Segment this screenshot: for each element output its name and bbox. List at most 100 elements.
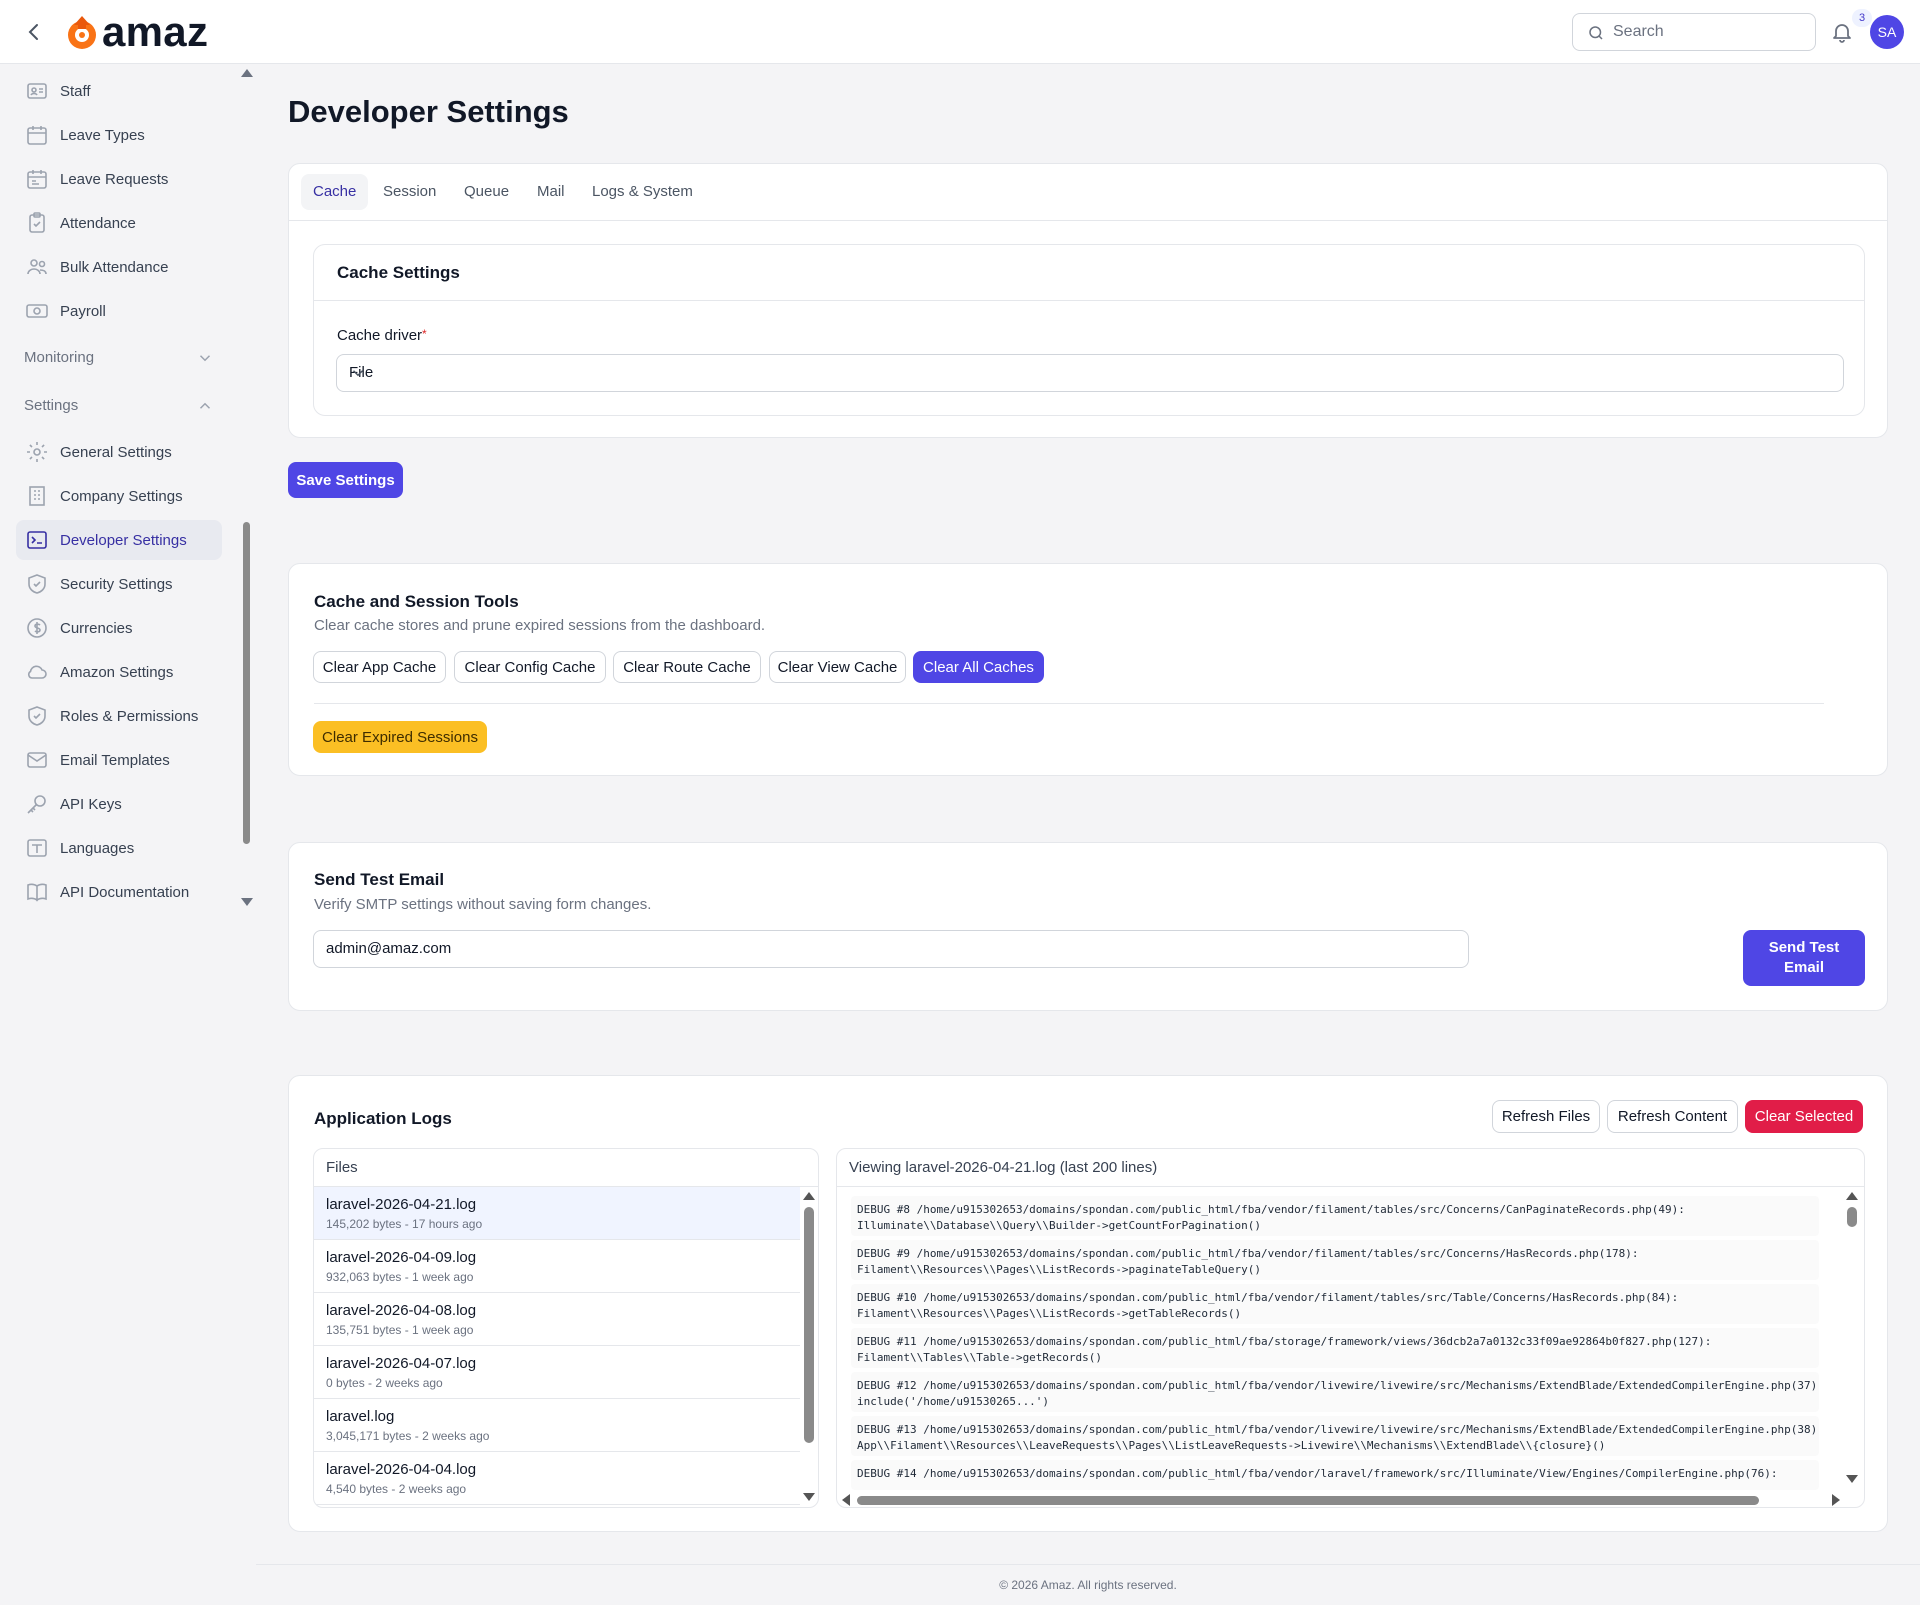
shield-check-icon: [25, 704, 49, 728]
sidebar-item-staff[interactable]: Staff: [16, 71, 222, 111]
footer-copyright: © 2026 Amaz. All rights reserved.: [999, 1578, 1177, 1592]
test-email-card: Send Test Email Verify SMTP settings wit…: [288, 842, 1888, 1011]
sidebar-group-settings[interactable]: Settings: [24, 394, 214, 418]
sidebar-item-label: General Settings: [60, 443, 172, 461]
sidebar-item-languages[interactable]: Languages: [16, 828, 222, 868]
sidebar-scroll-up-arrow[interactable]: [241, 69, 253, 77]
log-file-item[interactable]: laravel-2026-04-04.log 4,540 bytes - 2 w…: [314, 1452, 800, 1505]
sidebar-item-label: Payroll: [60, 302, 106, 320]
sidebar-item-developer-settings[interactable]: Developer Settings: [16, 520, 222, 560]
viewer-scroll-left-arrow[interactable]: [842, 1494, 850, 1506]
notification-count-badge: 3: [1852, 9, 1872, 27]
log-file-item[interactable]: laravel-2026-04-09.log 932,063 bytes - 1…: [314, 1240, 800, 1293]
sidebar-scroll-down-arrow[interactable]: [241, 898, 253, 906]
sidebar-item-label: Attendance: [60, 214, 136, 232]
clear-selected-button[interactable]: Clear Selected: [1745, 1100, 1863, 1133]
back-arrow-icon[interactable]: [22, 20, 46, 44]
tab-cache[interactable]: Cache: [301, 174, 369, 210]
clear-app-cache-button[interactable]: Clear App Cache: [313, 651, 446, 683]
global-search[interactable]: [1572, 13, 1816, 51]
cache-driver-label: Cache driver*: [337, 327, 427, 344]
chevron-up-icon: [196, 397, 214, 415]
brand-name[interactable]: amaz: [102, 5, 208, 59]
sidebar-item-label: Amazon Settings: [60, 663, 174, 681]
section-title: Cache Settings: [337, 263, 460, 282]
log-line: DEBUG #12 /home/u915302653/domains/spond…: [851, 1372, 1819, 1412]
test-email-description: Verify SMTP settings without saving form…: [314, 896, 652, 913]
test-email-input[interactable]: admin@amaz.com: [313, 930, 1469, 968]
files-scrollbar-thumb[interactable]: [804, 1207, 814, 1443]
sidebar-item-company-settings[interactable]: Company Settings: [16, 476, 222, 516]
tab-mail[interactable]: Mail: [525, 174, 577, 210]
files-scroll-down-arrow[interactable]: [803, 1493, 815, 1501]
sidebar-item-amazon-settings[interactable]: Amazon Settings: [16, 652, 222, 692]
clear-view-cache-button[interactable]: Clear View Cache: [769, 651, 906, 683]
clear-config-cache-button[interactable]: Clear Config Cache: [454, 651, 606, 683]
tab-session[interactable]: Session: [371, 174, 448, 210]
sidebar-item-label: Staff: [60, 82, 91, 100]
log-file-name: laravel-2026-04-08.log: [326, 1302, 477, 1319]
envelope-icon: [25, 748, 49, 772]
brand-logo-icon[interactable]: [62, 13, 102, 53]
bell-icon[interactable]: [1830, 20, 1854, 44]
clear-expired-sessions-button[interactable]: Clear Expired Sessions: [313, 721, 487, 753]
viewer-header-label: Viewing laravel-2026-04-21.log (last 200…: [849, 1159, 1158, 1176]
sidebar-item-general-settings[interactable]: General Settings: [16, 432, 222, 472]
key-icon: [25, 792, 49, 816]
application-logs-title: Application Logs: [314, 1109, 452, 1128]
log-file-name: laravel-2026-04-09.log: [326, 1249, 477, 1266]
application-logs-card: Application Logs Refresh Files Refresh C…: [288, 1075, 1888, 1532]
sidebar-item-roles-permissions[interactable]: Roles & Permissions: [16, 696, 222, 736]
sidebar-item-payroll[interactable]: Payroll: [16, 291, 222, 331]
sidebar-item-leave-requests[interactable]: Leave Requests: [16, 159, 222, 199]
log-file-item[interactable]: laravel-2026-04-08.log 135,751 bytes - 1…: [314, 1293, 800, 1346]
files-panel-header: Files: [314, 1149, 818, 1187]
id-card-icon: [25, 79, 49, 103]
refresh-content-button[interactable]: Refresh Content: [1607, 1100, 1738, 1133]
send-test-email-label-1: Send Test: [1768, 939, 1840, 956]
sidebar-item-email-templates[interactable]: Email Templates: [16, 740, 222, 780]
viewer-scroll-up-arrow[interactable]: [1846, 1192, 1858, 1200]
cache-driver-label-text: Cache driver: [337, 327, 423, 344]
log-file-item[interactable]: laravel.log 3,045,171 bytes - 2 weeks ag…: [314, 1399, 800, 1452]
sidebar-item-api-documentation[interactable]: API Documentation: [16, 872, 222, 912]
refresh-files-button[interactable]: Refresh Files: [1492, 1100, 1600, 1133]
sidebar-item-currencies[interactable]: Currencies: [16, 608, 222, 648]
log-file-item[interactable]: laravel-2026-04-21.log 145,202 bytes - 1…: [314, 1187, 800, 1240]
cache-driver-select[interactable]: File: [336, 354, 1844, 392]
viewer-scroll-right-arrow[interactable]: [1832, 1494, 1840, 1506]
clear-all-caches-button[interactable]: Clear All Caches: [913, 651, 1044, 683]
search-input[interactable]: [1613, 16, 1809, 48]
sidebar-item-leave-types[interactable]: Leave Types: [16, 115, 222, 155]
viewer-panel-header: Viewing laravel-2026-04-21.log (last 200…: [837, 1149, 1864, 1187]
sidebar-group-monitoring[interactable]: Monitoring: [24, 346, 214, 370]
viewer-hscrollbar-thumb[interactable]: [857, 1496, 1759, 1505]
language-icon: [25, 836, 49, 860]
files-scroll-up-arrow[interactable]: [803, 1192, 815, 1200]
log-file-name: laravel-2026-04-21.log: [326, 1196, 477, 1213]
viewer-scroll-down-arrow[interactable]: [1846, 1475, 1858, 1483]
sidebar-item-label: Roles & Permissions: [60, 707, 199, 725]
sidebar-item-attendance[interactable]: Attendance: [16, 203, 222, 243]
sidebar-item-bulk-attendance[interactable]: Bulk Attendance: [16, 247, 222, 287]
cache-tools-title: Cache and Session Tools: [314, 592, 519, 611]
chevron-down-icon: [349, 364, 367, 382]
gear-icon: [25, 440, 49, 464]
send-test-email-button[interactable]: Send Test Email: [1743, 930, 1865, 986]
chevron-down-icon: [196, 349, 214, 367]
viewer-scrollbar-thumb[interactable]: [1847, 1207, 1857, 1227]
sidebar-item-label: API Documentation: [60, 883, 190, 901]
sidebar-item-api-keys[interactable]: API Keys: [16, 784, 222, 824]
user-avatar[interactable]: SA: [1870, 15, 1904, 49]
tab-queue[interactable]: Queue: [452, 174, 521, 210]
clear-route-cache-button[interactable]: Clear Route Cache: [613, 651, 761, 683]
sidebar-item-label: Languages: [60, 839, 135, 857]
save-settings-button[interactable]: Save Settings: [288, 462, 403, 498]
log-file-item[interactable]: laravel-2026-04-07.log 0 bytes - 2 weeks…: [314, 1346, 800, 1399]
sidebar-item-security-settings[interactable]: Security Settings: [16, 564, 222, 604]
log-file-name: laravel-2026-04-04.log: [326, 1461, 477, 1478]
sidebar-scrollbar-thumb[interactable]: [243, 522, 250, 844]
tab-logs-system[interactable]: Logs & System: [580, 174, 705, 210]
clipboard-check-icon: [25, 211, 49, 235]
sidebar-item-label: Leave Requests: [60, 170, 169, 188]
